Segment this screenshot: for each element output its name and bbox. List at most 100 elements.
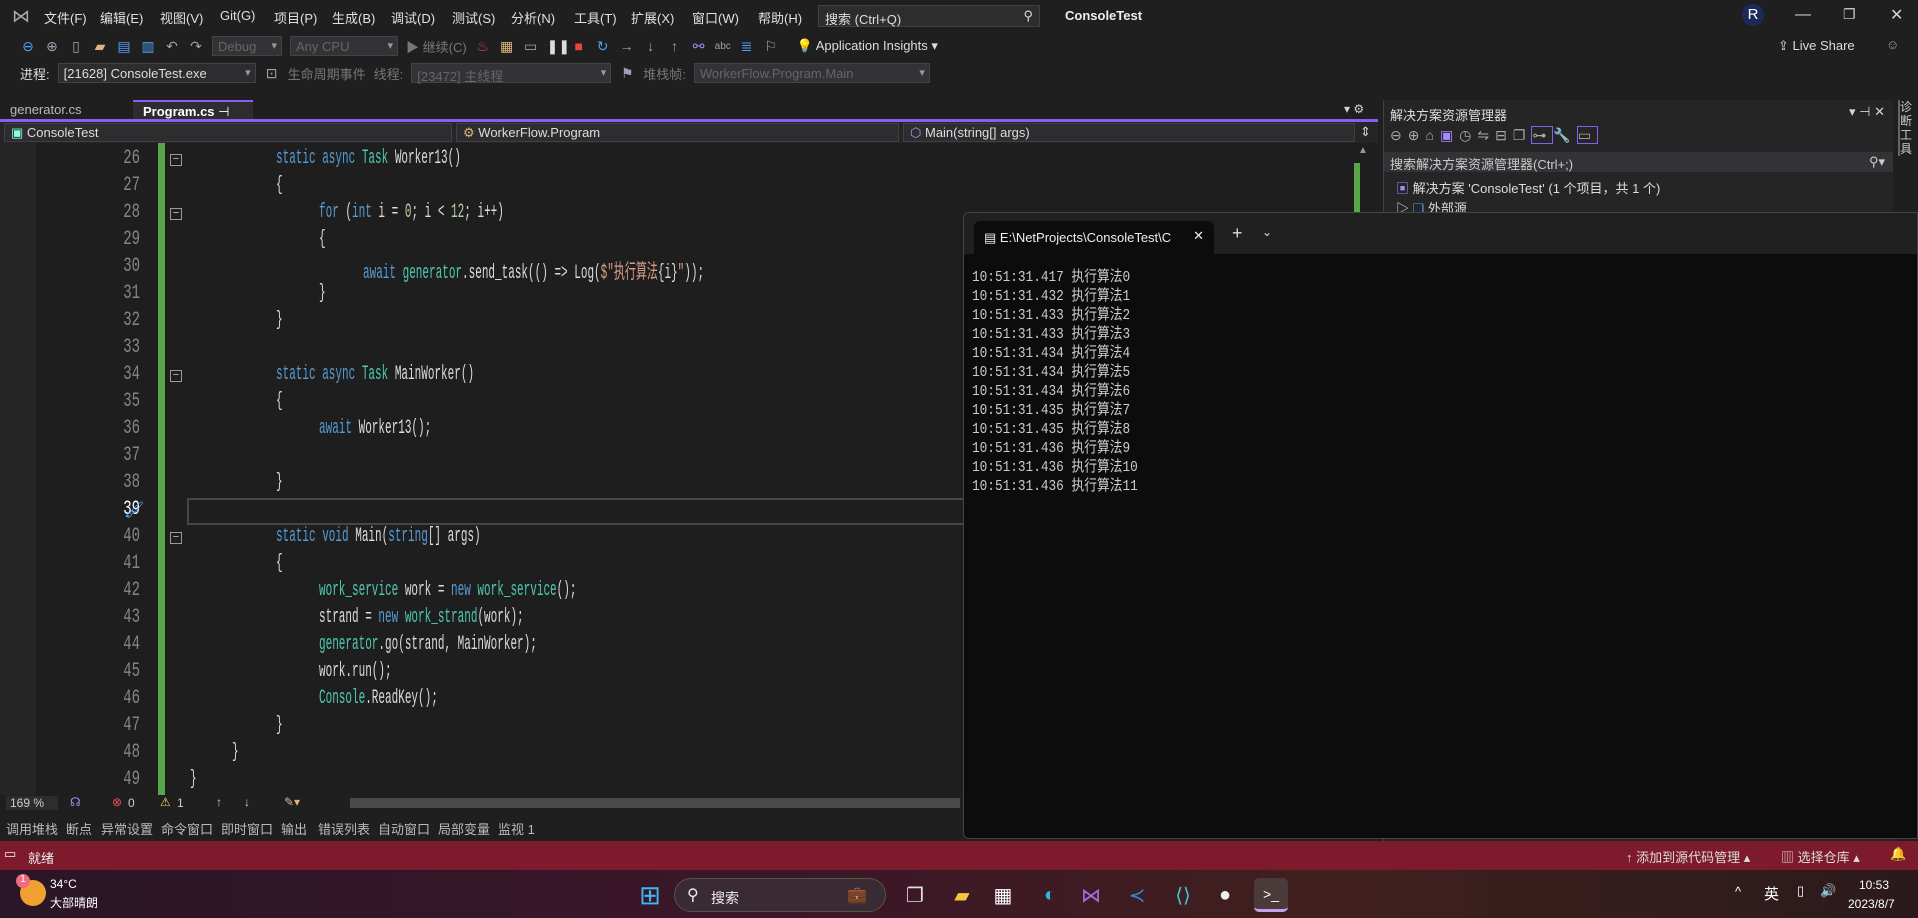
fold-toggle-icon[interactable]: − [170,154,182,166]
flag-icon[interactable]: ⚑ [619,65,635,82]
pin-icon[interactable]: ⊣ [218,104,229,119]
new-tab-button[interactable]: + [1232,223,1243,244]
history-icon[interactable]: ◷ [1459,127,1477,143]
forward-icon[interactable]: ⊕ [44,38,60,55]
menu-item[interactable]: 测试(S) [452,8,495,27]
tool-tab[interactable]: 即时窗口 [221,819,273,838]
class-dropdown[interactable]: ⚙ WorkerFlow.Program [456,123,899,142]
tool-tab[interactable]: 异常设置 [101,819,153,838]
live-share-button[interactable]: ⇪ Live Share [1778,38,1855,54]
zoom-select[interactable]: 169 % [6,796,59,810]
ime-indicator[interactable]: 英 [1764,883,1779,904]
volume-icon[interactable]: 🔊 [1820,883,1836,899]
add-source-control-button[interactable]: ↑ 添加到源代码管理 ▴ [1626,847,1750,866]
app-insights-button[interactable]: 💡 Application Insights ▾ [797,38,938,54]
quick-actions-icon[interactable]: 🖌 [124,500,144,520]
menu-item[interactable]: 生成(B) [332,8,375,27]
spellcheck-icon[interactable]: abc [715,41,731,52]
step-out-icon[interactable]: ↑ [667,38,683,54]
edge-icon[interactable]: ◐ [1033,878,1067,912]
error-count[interactable]: 0 [128,796,135,810]
menu-item[interactable]: 工具(T) [574,8,617,27]
menu-item[interactable]: 帮助(H) [758,8,802,27]
menu-item[interactable]: 文件(F) [44,8,87,27]
close-tab-icon[interactable]: ✕ [1193,228,1204,244]
member-dropdown[interactable]: ⬡ Main(string[] args) [903,123,1355,142]
start-icon[interactable]: ⊞ [633,878,667,912]
widgets-icon[interactable]: 💼 [847,885,867,905]
forward-icon[interactable]: ⊕ [1408,127,1426,143]
solution-search-input[interactable]: 搜索解决方案资源管理器(Ctrl+;) ⚲▾ [1384,152,1893,172]
redo-icon[interactable]: ↷ [188,38,204,55]
select-repo-button[interactable]: ▥ 选择仓库 ▴ [1781,847,1860,866]
tool-tab[interactable]: 错误列表 [318,819,370,838]
project-dropdown[interactable]: ▣ ConsoleTest [4,123,452,142]
config-select[interactable]: Debug [212,36,282,56]
taskbar-search[interactable]: ⚲ 搜索 💼 [674,878,886,912]
tree-view-icon[interactable]: ⊶ [1531,126,1554,144]
close-button[interactable]: ✕ [1890,5,1903,25]
scroll-up-icon[interactable]: ▲ [1358,145,1368,156]
save-all-icon[interactable]: ▥ [140,38,156,55]
home-icon[interactable]: ⌂ [1425,127,1439,143]
network-icon[interactable]: ▯ [1797,883,1804,899]
file-explorer-icon[interactable]: ▰ [945,878,979,912]
next-issue-icon[interactable]: ↓ [244,795,250,809]
process-select[interactable]: [21628] ConsoleTest.exe [57,63,256,83]
thread-select[interactable]: [23472] 主线程 [411,63,612,84]
copy-icon[interactable]: ❐ [1513,127,1532,143]
tab-generator-cs[interactable]: generator.cs [0,100,92,120]
lifecycle-events[interactable]: 生命周期事件 [288,64,366,83]
maximize-button[interactable]: ❐ [1843,6,1856,23]
error-icon[interactable]: ⊗ [112,795,122,809]
menu-item[interactable]: 窗口(W) [692,8,739,27]
menu-item[interactable]: Git(G) [220,8,255,23]
menu-item[interactable]: 扩展(X) [631,8,674,27]
avatar[interactable]: R [1742,4,1764,26]
tool-tab[interactable]: 命令窗口 [161,819,213,838]
tool-tab[interactable]: 输出 [281,819,307,838]
search-input[interactable]: 搜索 (Ctrl+Q) ⚲ [818,5,1040,27]
git-icon[interactable]: ⚯ [691,38,707,55]
diagnostic-tools-tab[interactable]: 诊断工具 [1898,100,1912,156]
tab-options-icon[interactable]: ▾ ⚙ [1344,102,1364,116]
save-icon[interactable]: ▤ [116,38,132,55]
menu-item[interactable]: 调试(D) [391,8,435,27]
collapse-icon[interactable]: ⊟ [1495,127,1513,143]
tray-overflow-icon[interactable]: ^ [1735,884,1741,899]
store-icon[interactable]: ▦ [986,878,1020,912]
fold-toggle-icon[interactable]: − [170,370,182,382]
task-view-icon[interactable]: ❐ [898,878,932,912]
layout-icon[interactable]: ▭ [523,38,539,55]
fold-toggle-icon[interactable]: − [170,532,182,544]
jetbrains-icon[interactable]: ⟨⟩ [1166,878,1200,912]
new-project-icon[interactable]: ▯ [68,38,84,55]
clock-date[interactable]: 2023/8/7 [1848,897,1895,911]
tool-tab[interactable]: 调用堆栈 [6,819,58,838]
restart-icon[interactable]: ↻ [595,38,611,55]
prev-issue-icon[interactable]: ↑ [216,795,222,809]
vs-switch-icon[interactable]: ▣ [1440,127,1459,143]
tool-tab[interactable]: 自动窗口 [378,819,430,838]
panel-controls-icon[interactable]: ▾ ⊣ ✕ [1849,104,1885,120]
tool-tab[interactable]: 监视 1 [498,819,535,838]
tab-program-cs[interactable]: Program.cs ⊣ ✕ [133,100,253,135]
back-icon[interactable]: ⊖ [1390,127,1408,143]
bell-icon[interactable]: 🔔 [1890,846,1906,862]
platform-select[interactable]: Any CPU [290,36,398,56]
menu-item[interactable]: 视图(V) [160,8,203,27]
bookmark-icon[interactable]: ⚐ [763,38,779,55]
terminal-icon[interactable]: >_ [1254,878,1288,912]
back-icon[interactable]: ⊖ [20,38,36,55]
warning-count[interactable]: 1 [177,796,184,810]
properties-icon[interactable]: 🔧 [1553,127,1576,143]
continue-button[interactable]: ▶ 继续(C) [406,37,467,56]
stack-frame-select[interactable]: WorkerFlow.Program.Main [693,63,930,83]
menu-item[interactable]: 项目(P) [274,8,317,27]
undo-icon[interactable]: ↶ [164,38,180,55]
preview-icon[interactable]: ▭ [1576,126,1599,144]
tool-tab[interactable]: 断点 [66,819,92,838]
visual-studio-icon[interactable]: ⋈ [1074,878,1108,912]
terminal-tab[interactable]: ▤ E:\NetProjects\ConsoleTest\C ✕ [974,221,1214,254]
sync-icon[interactable]: ⇋ [1477,127,1495,143]
